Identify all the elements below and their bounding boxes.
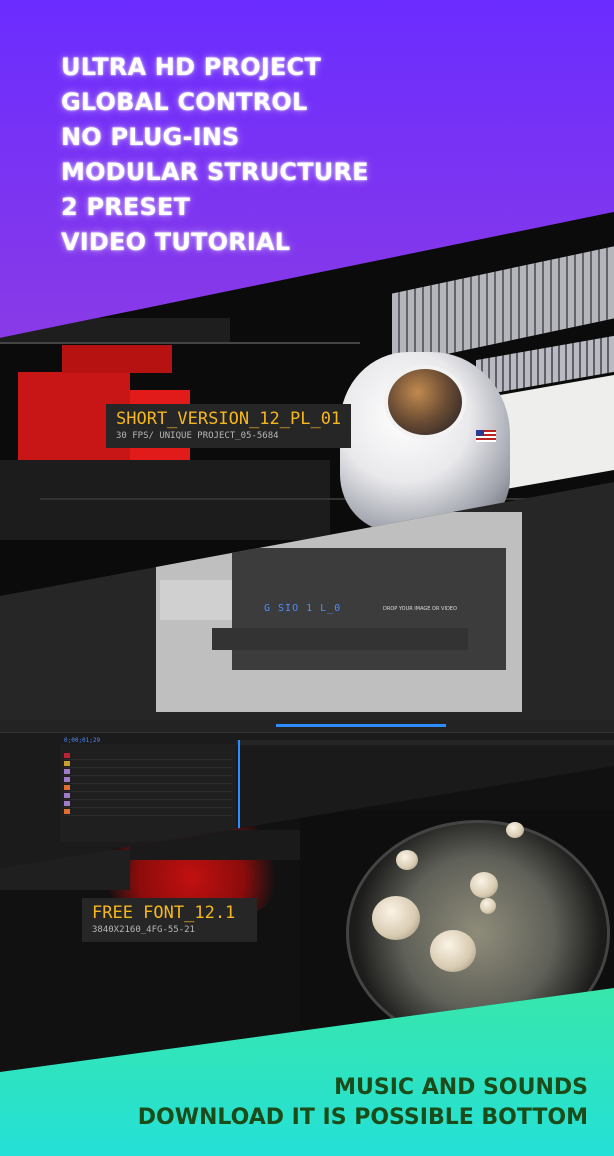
culture-blob [506,822,524,838]
layer-row[interactable] [64,784,232,792]
feature-item: MODULAR STRUCTURE [61,158,369,186]
feature-item: 2 PRESET [61,193,191,221]
scanline [0,342,360,344]
culture-blob [480,898,496,914]
footer-line: MUSIC AND SOUNDS [334,1075,588,1100]
drop-media-text: DROP YOUR IMAGE OR VIDEO [383,606,457,612]
dark-glitch-block [0,460,330,540]
layer-row[interactable] [64,792,232,800]
title-card: FREE FONT_12.1 3840X2160_4FG-55-21 [82,898,258,942]
composition-glitch-text: G SIO 1 L_0 [264,603,342,614]
feature-item: GLOBAL CONTROL [61,88,308,116]
title-card-heading: FREE FONT_12.1 [92,903,236,923]
timecode-display[interactable]: 0;00;01;29 [64,737,100,744]
culture-blob [396,850,418,870]
feature-item: ULTRA HD PROJECT [61,53,321,81]
layer-row[interactable] [64,760,232,768]
layer-row[interactable] [64,776,232,784]
feature-item: NO PLUG-INS [61,123,240,151]
dark-glitch-block [212,628,468,650]
feature-list: ULTRA HD PROJECT GLOBAL CONTROL NO PLUG-… [61,50,369,260]
title-card-subtitle: 30 FPS/ UNIQUE PROJECT_05-5684 [116,431,279,441]
title-card-heading: SHORT_VERSION_12_PL_01 [116,409,342,429]
title-card: SHORT_VERSION_12_PL_01 30 FPS/ UNIQUE PR… [106,404,352,448]
layer-row[interactable] [64,752,232,760]
title-card-subtitle: 3840X2160_4FG-55-21 [92,925,195,935]
layer-row[interactable] [64,768,232,776]
footer-line: DOWNLOAD IT IS POSSIBLE BOTTOM [137,1105,588,1130]
layer-row[interactable] [64,808,232,816]
playhead[interactable] [238,740,240,832]
footer-text: MUSIC AND SOUNDS DOWNLOAD IT IS POSSIBLE… [138,1073,588,1133]
light-glitch-block [160,580,232,620]
culture-blob [430,930,476,972]
us-flag-icon [476,430,496,442]
layer-row[interactable] [64,800,232,808]
red-glitch-block [62,345,172,373]
feature-item: VIDEO TUTORIAL [61,228,291,256]
culture-blob [372,896,420,940]
astronaut-pack-image [500,374,614,491]
culture-blob [470,872,498,898]
time-ruler[interactable] [236,740,614,745]
astronaut-helmet-image [384,365,466,439]
render-progress-bar [276,724,446,727]
